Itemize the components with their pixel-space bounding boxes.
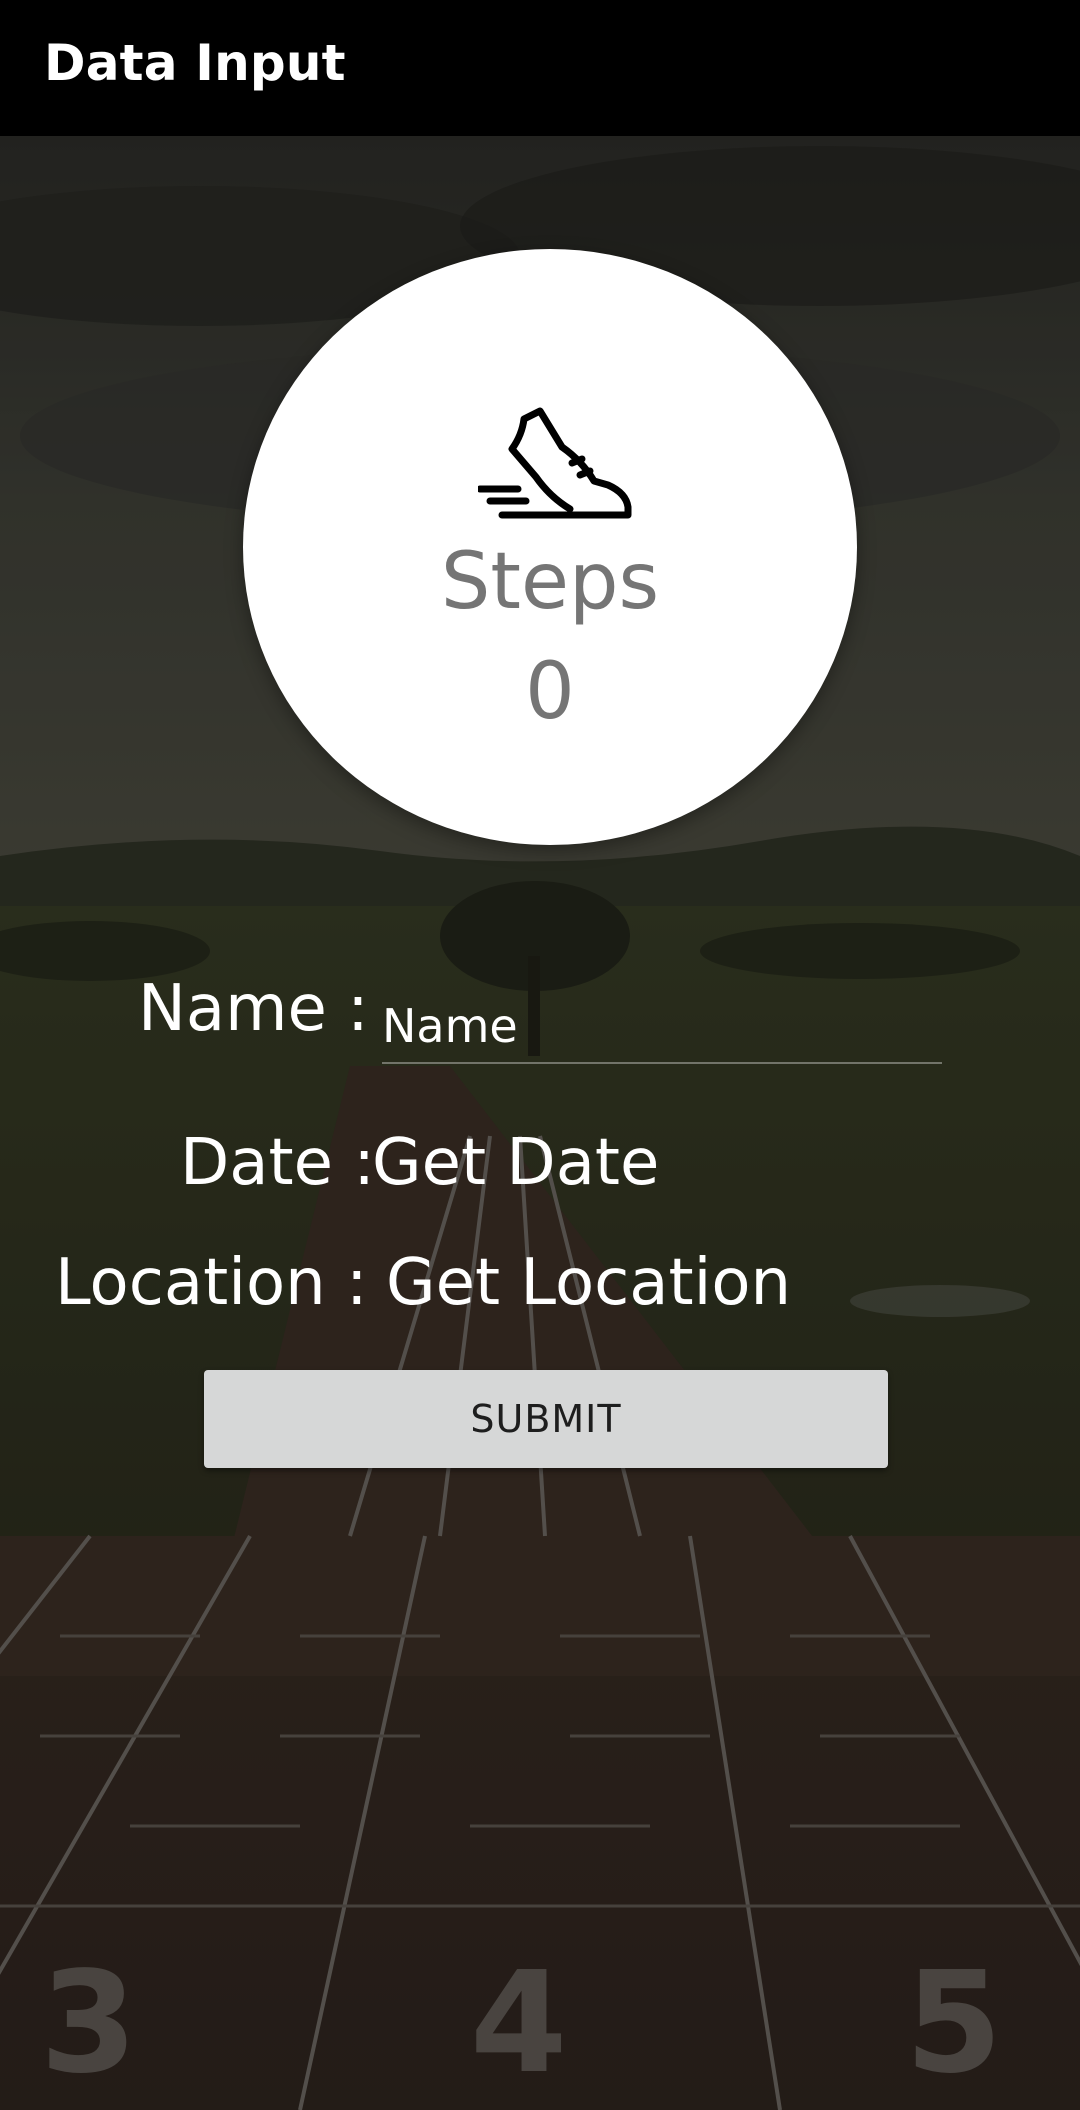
- app-bar: Data Input: [0, 0, 1080, 136]
- get-location-button[interactable]: Get Location: [386, 1246, 791, 1320]
- name-label: Name :: [138, 972, 369, 1046]
- submit-button[interactable]: SUBMIT: [204, 1370, 888, 1468]
- location-label: Location :: [55, 1246, 368, 1320]
- get-date-button[interactable]: Get Date: [372, 1126, 659, 1200]
- app-title: Data Input: [44, 34, 346, 92]
- steps-circle: Steps 0: [243, 249, 857, 845]
- steps-count: 0: [525, 647, 575, 737]
- name-input[interactable]: [382, 990, 942, 1064]
- running-shoe-icon: [476, 405, 633, 521]
- date-label: Date :: [180, 1126, 375, 1200]
- steps-label: Steps: [440, 537, 660, 627]
